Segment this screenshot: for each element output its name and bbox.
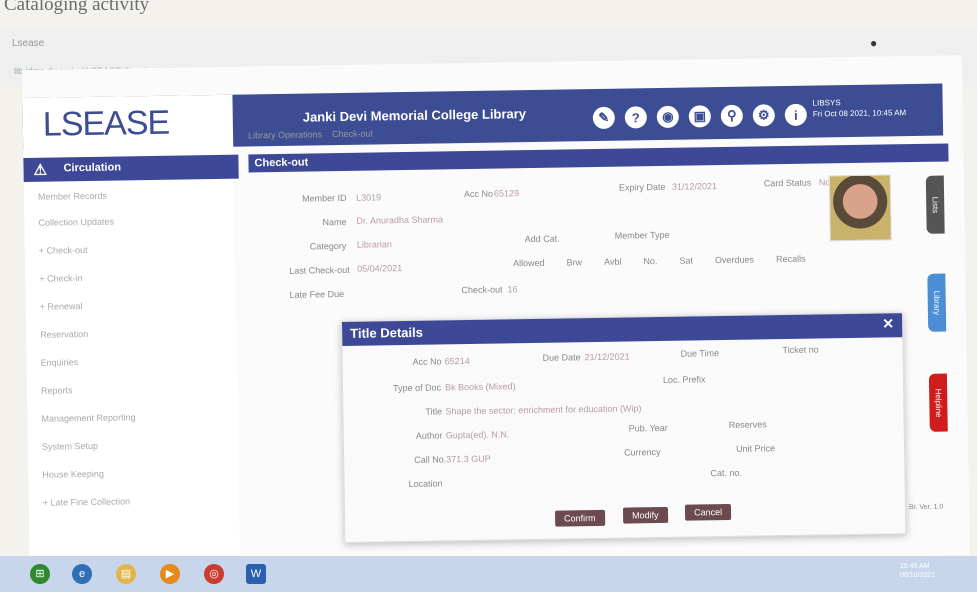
dlg-due-date[interactable]: 21/12/2021: [585, 351, 630, 362]
name-label: Name: [322, 216, 347, 228]
browser-tab[interactable]: Lsease: [12, 38, 162, 56]
confirm-button[interactable]: Confirm: [554, 509, 605, 527]
sidebar-item[interactable]: Management Reporting: [27, 405, 237, 430]
user-date: Fri Oct 08 2021, 10:45 AM: [812, 108, 907, 119]
tab-library[interactable]: Library: [927, 273, 947, 332]
col-allowed: Allowed: [513, 257, 545, 269]
image-icon[interactable]: ▣: [688, 105, 711, 128]
clock: 10:45 AM 08/10/2021: [900, 563, 936, 579]
dlg-type: Bk Books (Mixed): [444, 381, 516, 393]
word-icon[interactable]: W: [246, 564, 266, 584]
section-title: Check-out: [248, 143, 949, 173]
expiry-label: Expiry Date: [618, 181, 666, 193]
dialog-title: Title Details: [341, 313, 903, 347]
warning-icon: ⚠: [33, 161, 48, 179]
card-status-label: Card Status: [763, 177, 812, 189]
name-field: Dr. Anuradha Sharma: [356, 214, 444, 226]
close-icon[interactable]: ✕: [882, 315, 894, 332]
pen-icon[interactable]: ✎: [592, 106, 615, 130]
sidebar-item[interactable]: + Late Fine Collection: [29, 489, 239, 514]
dlg-due-time-label: Due Time: [680, 348, 720, 359]
cancel-button[interactable]: Cancel: [684, 503, 732, 521]
tab-helpline[interactable]: Helpline: [928, 373, 948, 432]
dlg-cat-no-label: Cat. no.: [710, 467, 743, 479]
acc-no-label: Acc No: [463, 188, 494, 200]
header-icons: ✎ ? ◉ ▣ ⚲ ⚙ i: [592, 103, 807, 130]
dlg-acc-no: 65214: [444, 356, 470, 367]
link-icon[interactable]: ⚲: [720, 104, 743, 128]
member-id-field[interactable]: L3019: [356, 192, 381, 202]
version-label: Br. Ver. 1.0: [908, 503, 944, 512]
col-avbl: Avbl: [604, 256, 622, 267]
dlg-acc-no-label: Acc No: [412, 356, 442, 367]
sidebar-item[interactable]: Enquiries: [26, 349, 236, 374]
folder-icon[interactable]: ▤: [116, 564, 136, 584]
acc-no-field[interactable]: 65129: [494, 188, 519, 198]
breadcrumb-current: Check-out: [332, 128, 374, 140]
sidebar-item[interactable]: + Check-in: [25, 265, 235, 290]
tab-lists[interactable]: Lists: [925, 175, 945, 234]
col-brw: Brw: [566, 257, 583, 268]
member-photo: [828, 174, 892, 242]
sidebar-item[interactable]: House Keeping: [28, 461, 238, 486]
last-checkout-field: 05/04/2021: [357, 263, 403, 274]
dlg-pub-year-label: Pub. Year: [628, 422, 668, 434]
col-no: No.: [643, 256, 658, 267]
category-field: Librarian: [356, 239, 392, 250]
breadcrumb: Library Operations Check-out: [248, 128, 373, 140]
dlg-location-label: Location: [408, 478, 443, 489]
checked-out-count: 16: [507, 284, 518, 295]
title-details-dialog: Title Details ✕ Acc No 65214 Due Date 21…: [340, 312, 907, 543]
breadcrumb-parent[interactable]: Library Operations: [248, 129, 322, 140]
sidebar-item[interactable]: System Setup: [28, 433, 238, 458]
category-label: Category: [309, 240, 347, 252]
app-logo: LSEASE: [42, 103, 170, 144]
sidebar-item[interactable]: Collection Updates: [24, 209, 234, 234]
dlg-title-label: Title: [425, 406, 443, 417]
checked-out-label: Check-out: [461, 284, 503, 296]
sidebar-item[interactable]: Reports: [27, 377, 237, 402]
dlg-currency-label: Currency: [624, 447, 661, 458]
expiry-field: 31/12/2021: [671, 181, 718, 192]
photo-caption: Cataloging activity: [4, 0, 150, 15]
late-fee-label: Late Fee Due: [289, 288, 345, 300]
sidebar-item[interactable]: Member Records: [24, 183, 234, 208]
app-window: LSEASE Janki Devi Memorial College Libra…: [22, 55, 970, 576]
dlg-title: Shape the sector; enrichment for educati…: [445, 403, 642, 417]
ie-icon[interactable]: e: [72, 564, 92, 584]
help-icon[interactable]: ?: [624, 106, 647, 129]
camera-icon[interactable]: ◉: [656, 105, 679, 129]
sidebar-item[interactable]: Reservation: [26, 321, 236, 346]
info-icon[interactable]: i: [784, 103, 807, 127]
sidebar-item[interactable]: + Renewal: [26, 293, 236, 318]
taskbar: [0, 556, 977, 592]
sidebar-item[interactable]: + Check-out: [25, 237, 235, 262]
dlg-loc-label: Loc. Prefix: [662, 374, 706, 385]
user-info: LIBSYS Fri Oct 08 2021, 10:45 AM: [813, 96, 907, 119]
dlg-type-label: Type of Doc: [392, 382, 442, 394]
settings-icon[interactable]: ⚙: [752, 104, 775, 127]
modify-button[interactable]: Modify: [622, 506, 668, 524]
profile-icon[interactable]: ●: [870, 36, 877, 50]
member-type-label: Member Type: [614, 229, 670, 241]
dlg-call-no: 371.3 GUP: [446, 453, 491, 465]
dlg-call-no-label: Call No.: [414, 454, 447, 465]
dlg-due-date-label: Due Date: [542, 352, 581, 363]
dlg-reserves-label: Reserves: [728, 419, 767, 430]
start-icon[interactable]: ⊞: [30, 564, 50, 584]
member-id-label: Member ID: [301, 192, 347, 204]
dlg-ticket-label: Ticket no: [782, 344, 819, 356]
media-icon[interactable]: ▶: [160, 564, 180, 584]
sidebar-item-circulation[interactable]: ⚠ Circulation: [23, 154, 239, 182]
loan-columns: Allowed Brw Avbl No. Sat Overdues Recall…: [513, 254, 806, 269]
col-overdues: Overdues: [714, 254, 755, 266]
add-cat-label: Add Cat.: [524, 233, 560, 245]
last-checkout-label: Last Check-out: [289, 264, 350, 276]
chrome-icon[interactable]: ◎: [204, 564, 224, 584]
dlg-author-label: Author: [415, 430, 443, 441]
dlg-author: Gupta(ed). N.N.: [445, 429, 510, 441]
col-recalls: Recalls: [775, 253, 806, 265]
col-sat: Sat: [679, 255, 694, 266]
dlg-unit-price-label: Unit Price: [735, 443, 776, 454]
